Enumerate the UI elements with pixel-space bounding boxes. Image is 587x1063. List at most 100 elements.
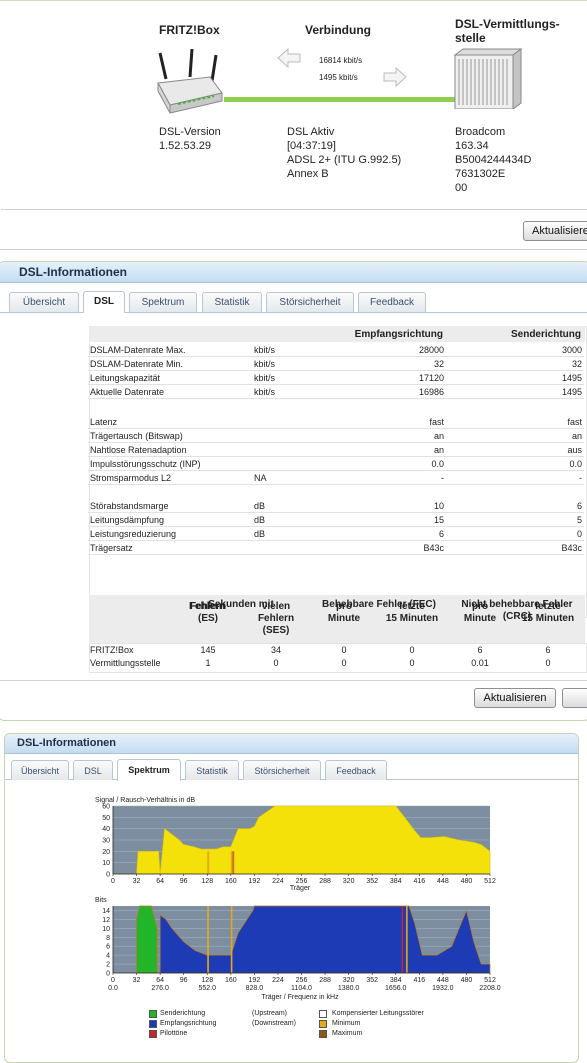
- row-down: B43c: [423, 543, 444, 553]
- row-up: B43c: [561, 543, 582, 553]
- row-down: 32: [433, 359, 444, 369]
- bits-xtick-label: 416: [413, 977, 425, 984]
- refresh-button[interactable]: Aktualisieren: [523, 221, 587, 241]
- row-down: 16986: [418, 387, 444, 397]
- tab-feedback[interactable]: Feedback: [358, 292, 426, 312]
- row-down: 15: [433, 515, 444, 525]
- snr-ytick-label: 30: [102, 838, 110, 845]
- dslam-line4: 7631302E: [455, 168, 506, 180]
- dslam-line5: 00: [455, 182, 468, 194]
- col-senderichtung: Senderichtung: [510, 329, 581, 340]
- sub-crc-15-line2: 15 Minuten: [521, 613, 575, 624]
- dsl-second-button[interactable]: [562, 688, 587, 708]
- bits-xtick-label: 32: [133, 977, 141, 984]
- bits-upstream-area: [136, 905, 158, 974]
- bits-ytick-label: 4: [106, 953, 110, 960]
- bits-ytick-label: 0: [106, 971, 110, 978]
- snr-ytick-label: 20: [102, 849, 110, 856]
- rate-up: 1495 kbit/s: [319, 73, 358, 82]
- row-up: 32: [571, 359, 582, 369]
- row-up: 1495: [561, 373, 582, 383]
- sub-crc-15-line1: letzte: [535, 601, 561, 612]
- row-down: fast: [429, 417, 444, 427]
- snr-xtick-label: 96: [180, 878, 188, 885]
- row-up: 6: [576, 501, 582, 511]
- row-divider: [88, 356, 584, 357]
- row-label: Leitungsdämpfung: [90, 515, 165, 525]
- bits-xtick-label: 352: [366, 977, 378, 984]
- row-unit: dB: [254, 529, 266, 539]
- legend-label: Maximum: [332, 1030, 363, 1037]
- spectrum-tab-feedback[interactable]: Feedback: [325, 760, 387, 780]
- snr-dip-mark: [207, 851, 210, 874]
- row-down: 10: [433, 501, 444, 511]
- spectrum-tab-spektrum[interactable]: Spektrum: [117, 759, 181, 781]
- err-row-ses: 0: [273, 658, 279, 668]
- tab-stoersicherheit[interactable]: Störsicherheit: [266, 292, 354, 312]
- spectrum-tab-stoersicherheit[interactable]: Störsicherheit: [243, 760, 321, 780]
- legend-swatch: [149, 1020, 157, 1028]
- dslam-title-line1: DSL-Vermittlungs-: [455, 17, 560, 31]
- row-up: fast: [567, 417, 582, 427]
- row-label: Aktuelle Datenrate: [90, 387, 165, 397]
- spectrum-tab-statistik[interactable]: Statistik: [185, 760, 239, 780]
- dsl-refresh-button[interactable]: Aktualisieren: [474, 688, 556, 708]
- dslam-line3: B5004244434D: [455, 154, 532, 166]
- arrow-right-icon: [383, 67, 407, 87]
- bits-xtick-label: 0: [111, 977, 115, 984]
- sub-fec-min-line1: pro: [335, 601, 353, 612]
- tab-dsl[interactable]: DSL: [83, 291, 125, 313]
- row-unit: kbit/s: [254, 373, 276, 383]
- row-up: 1495: [561, 387, 582, 397]
- row-down: an: [433, 431, 444, 441]
- row-down: 0.0: [431, 459, 444, 469]
- bits-xtick-label: 160: [225, 977, 237, 984]
- row-label: Störabstandsmarge: [90, 501, 169, 511]
- sub-ses-line3: (SES): [262, 625, 290, 636]
- err-row-fec-min: 0: [341, 645, 347, 655]
- bits-freq-label: 1380.0: [338, 985, 360, 992]
- row-up: -: [579, 473, 582, 483]
- overview-panel: FRITZ!Box Verbindung DSL-Vermittlungs- s…: [0, 0, 587, 250]
- snr-xtick-label: 416: [413, 878, 425, 885]
- bits-xtick-label: 448: [437, 977, 449, 984]
- snr-dip-mark: [232, 851, 235, 874]
- spectrum-tab-uebersicht[interactable]: Übersicht: [11, 760, 69, 780]
- status-line1: DSL Aktiv: [287, 126, 335, 138]
- row-divider: [88, 554, 584, 555]
- dslam-line2: 163.34: [455, 140, 489, 152]
- row-unit: kbit/s: [254, 387, 276, 397]
- row-divider: [88, 540, 584, 541]
- err-row-es: 1: [205, 658, 211, 668]
- connection-line: [224, 97, 456, 102]
- sub-es-line2: (ES): [198, 613, 218, 624]
- snr-xtick-label: 512: [484, 878, 496, 885]
- arrow-left-icon: [277, 48, 301, 68]
- bits-ytick-label: 8: [106, 935, 110, 942]
- snr-xtick-label: 448: [437, 878, 449, 885]
- err-row-crc-min: 6: [477, 645, 483, 655]
- row-unit: kbit/s: [254, 345, 276, 355]
- snr-xtick-label: 128: [201, 878, 213, 885]
- err-row-label: FRITZ!Box: [90, 645, 134, 655]
- row-up: 0.0: [569, 459, 582, 469]
- bits-freq-label: 828.0: [246, 985, 264, 992]
- tab-spektrum[interactable]: Spektrum: [129, 292, 197, 312]
- legend-swatch: [319, 1020, 327, 1028]
- bits-pilot-mark: [207, 906, 209, 973]
- snr-xtick-label: 352: [366, 878, 378, 885]
- bits-pilot-mark: [401, 906, 404, 973]
- status-line3: ADSL 2+ (ITU G.992.5): [287, 154, 402, 166]
- row-unit: kbit/s: [254, 359, 276, 369]
- sub-fec-15-line2: 15 Minuten: [385, 613, 439, 624]
- connection-title: Verbindung: [305, 23, 371, 37]
- err-row-fec-15: 0: [409, 658, 415, 668]
- row-up: 3000: [561, 345, 582, 355]
- sub-fec-min-line2: Minute: [327, 613, 361, 624]
- row-divider: [88, 512, 584, 513]
- tab-uebersicht[interactable]: Übersicht: [9, 292, 79, 312]
- bits-freq-label: 1932.0: [432, 985, 454, 992]
- err-row-crc-15: 6: [545, 645, 551, 655]
- spectrum-tab-dsl[interactable]: DSL: [73, 760, 113, 780]
- tab-statistik[interactable]: Statistik: [202, 292, 262, 312]
